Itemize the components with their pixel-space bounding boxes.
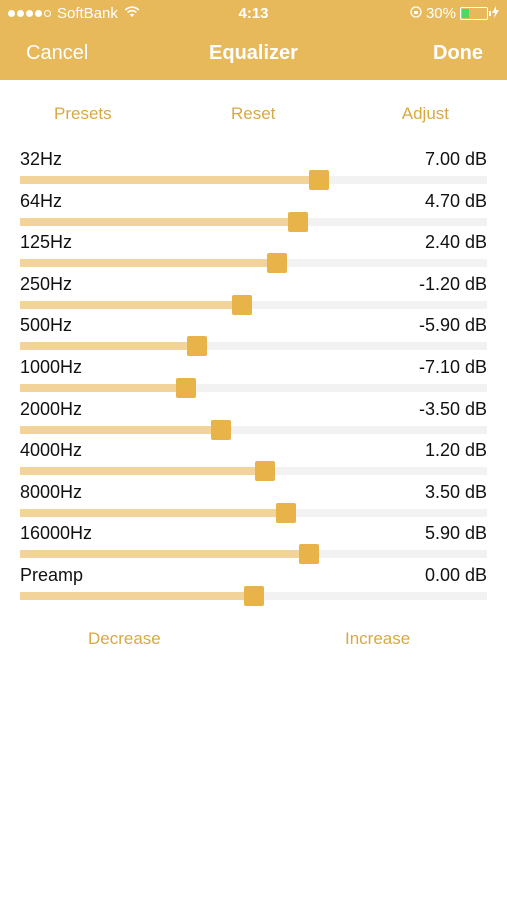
status-right: 30% bbox=[410, 5, 499, 22]
done-button[interactable]: Done bbox=[433, 42, 483, 65]
status-bar: SoftBank 4:13 30% bbox=[0, 0, 507, 28]
band-label: 64Hz bbox=[20, 190, 63, 211]
band-slider[interactable] bbox=[20, 461, 487, 482]
band-value: 2.40 dB bbox=[424, 232, 487, 253]
slider-fill bbox=[20, 467, 266, 476]
band-row: 2000Hz -3.50 dB bbox=[0, 396, 507, 440]
slider-fill bbox=[20, 591, 254, 600]
slider-fill bbox=[20, 259, 277, 268]
band-slider[interactable] bbox=[20, 336, 487, 357]
band-slider[interactable] bbox=[20, 502, 487, 523]
band-row: 16000Hz 5.90 dB bbox=[0, 520, 507, 565]
toolbar: Presets Reset Adjust bbox=[0, 104, 507, 124]
band-slider[interactable] bbox=[20, 544, 487, 565]
preamp-row: Preamp 0.00 dB bbox=[0, 562, 507, 606]
band-label: 16000Hz bbox=[20, 523, 93, 544]
band-slider[interactable] bbox=[20, 211, 487, 232]
band-row: 1000Hz -7.10 dB bbox=[0, 354, 507, 398]
band-label: 125Hz bbox=[20, 232, 73, 253]
band-row: 500Hz -5.90 dB bbox=[0, 312, 507, 357]
band-label: 250Hz bbox=[20, 273, 73, 294]
band-row: 125Hz 2.40 dB bbox=[0, 229, 507, 274]
preamp-slider[interactable] bbox=[20, 585, 487, 606]
preamp-label: Preamp bbox=[20, 564, 84, 585]
slider-fill bbox=[20, 425, 221, 434]
band-row: 4000Hz 1.20 dB bbox=[0, 437, 507, 482]
band-label: 1000Hz bbox=[20, 356, 83, 377]
band-value: 7.00 dB bbox=[424, 149, 487, 169]
presets-button[interactable]: Presets bbox=[54, 104, 112, 124]
preamp-value: 0.00 dB bbox=[424, 564, 487, 585]
battery-percent: 30% bbox=[425, 5, 456, 22]
band-slider[interactable] bbox=[20, 294, 487, 315]
header-bar: SoftBank 4:13 30% Cancel Equalizer Done bbox=[0, 0, 507, 80]
slider-fill bbox=[20, 300, 242, 309]
band-label: 8000Hz bbox=[20, 481, 83, 502]
page-title: Equalizer bbox=[209, 42, 298, 64]
bottom-controls: Decrease Increase bbox=[0, 629, 507, 649]
band-slider[interactable] bbox=[20, 170, 487, 190]
band-label: 32Hz bbox=[20, 149, 63, 169]
band-value: 5.90 dB bbox=[424, 523, 487, 544]
band-row: 64Hz 4.70 dB bbox=[0, 188, 507, 232]
band-label: 4000Hz bbox=[20, 440, 83, 461]
reset-button[interactable]: Reset bbox=[231, 104, 275, 124]
slider-fill bbox=[20, 342, 198, 351]
band-value: -5.90 dB bbox=[418, 315, 487, 336]
band-value: -7.10 dB bbox=[418, 356, 487, 377]
slider-fill bbox=[20, 217, 298, 226]
band-slider[interactable] bbox=[20, 419, 487, 440]
band-row: 32Hz 7.00 dB bbox=[0, 146, 507, 190]
battery-icon bbox=[460, 7, 491, 20]
band-value: 1.20 dB bbox=[424, 440, 487, 461]
band-value: -1.20 dB bbox=[418, 273, 487, 294]
slider-fill bbox=[20, 383, 186, 392]
navigation-bar: Cancel Equalizer Done bbox=[0, 28, 507, 78]
slider-fill bbox=[20, 176, 319, 184]
band-row: 8000Hz 3.50 dB bbox=[0, 479, 507, 523]
slider-thumb[interactable] bbox=[243, 585, 264, 606]
slider-fill bbox=[20, 550, 309, 559]
band-value: -3.50 dB bbox=[418, 398, 487, 419]
adjust-button[interactable]: Adjust bbox=[402, 104, 449, 124]
decrease-button[interactable]: Decrease bbox=[88, 629, 161, 649]
slider-fill bbox=[20, 508, 287, 517]
band-value: 3.50 dB bbox=[424, 481, 487, 502]
band-label: 500Hz bbox=[20, 315, 73, 336]
band-row: 250Hz -1.20 dB bbox=[0, 271, 507, 315]
orientation-lock-icon bbox=[410, 5, 422, 22]
band-value: 4.70 dB bbox=[424, 190, 487, 211]
band-slider[interactable] bbox=[20, 377, 487, 398]
increase-button[interactable]: Increase bbox=[345, 629, 410, 649]
charging-icon bbox=[492, 5, 499, 22]
equalizer-bands: 32Hz 7.00 dB 64Hz 4.70 dB 125Hz 2.40 dB … bbox=[0, 146, 507, 606]
band-label: 2000Hz bbox=[20, 398, 83, 419]
band-slider[interactable] bbox=[20, 253, 487, 274]
